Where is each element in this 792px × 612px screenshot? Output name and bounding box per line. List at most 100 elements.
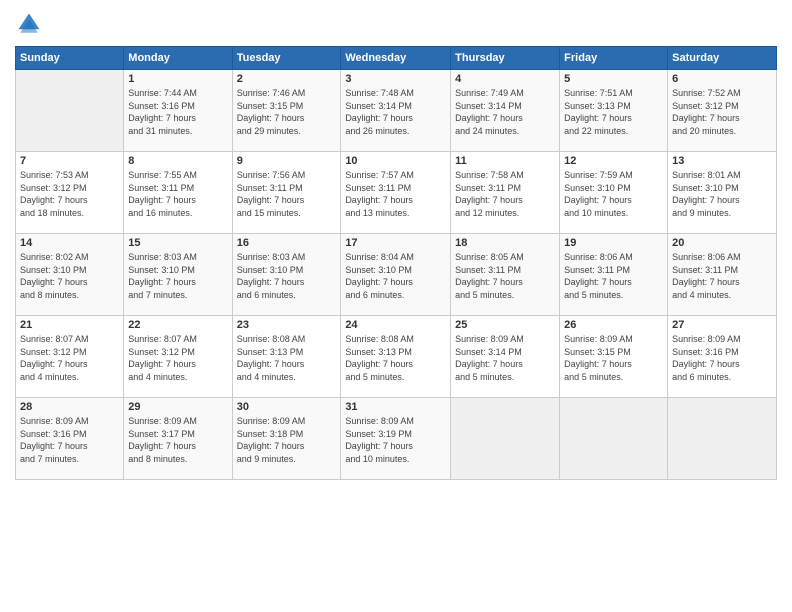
- day-info: Sunrise: 8:09 AM Sunset: 3:14 PM Dayligh…: [455, 333, 555, 383]
- day-cell: 21 Sunrise: 8:07 AM Sunset: 3:12 PM Dayli…: [16, 316, 124, 398]
- day-info: Sunrise: 8:07 AM Sunset: 3:12 PM Dayligh…: [128, 333, 227, 383]
- day-info: Sunrise: 8:08 AM Sunset: 3:13 PM Dayligh…: [345, 333, 446, 383]
- day-cell: 29 Sunrise: 8:09 AM Sunset: 3:17 PM Dayli…: [124, 398, 232, 480]
- day-cell: 26 Sunrise: 8:09 AM Sunset: 3:15 PM Dayli…: [560, 316, 668, 398]
- calendar-table: SundayMondayTuesdayWednesdayThursdayFrid…: [15, 46, 777, 480]
- day-info: Sunrise: 7:49 AM Sunset: 3:14 PM Dayligh…: [455, 87, 555, 137]
- day-cell: 22 Sunrise: 8:07 AM Sunset: 3:12 PM Dayli…: [124, 316, 232, 398]
- day-number: 27: [672, 319, 772, 331]
- day-number: 1: [128, 73, 227, 85]
- day-cell: 27 Sunrise: 8:09 AM Sunset: 3:16 PM Dayli…: [668, 316, 777, 398]
- day-number: 21: [20, 319, 119, 331]
- day-cell: 20Sunrise: 8:06 AM Sunset: 3:11 PM Dayli…: [668, 234, 777, 316]
- day-cell: 18Sunrise: 8:05 AM Sunset: 3:11 PM Dayli…: [451, 234, 560, 316]
- day-number: 7: [20, 155, 119, 167]
- logo: [15, 10, 47, 38]
- header-day-friday: Friday: [560, 47, 668, 70]
- day-number: 16: [237, 237, 337, 249]
- day-number: 20: [672, 237, 772, 249]
- day-number: 11: [455, 155, 555, 167]
- day-info: Sunrise: 8:07 AM Sunset: 3:12 PM Dayligh…: [20, 333, 119, 383]
- week-row-0: 1 Sunrise: 7:44 AM Sunset: 3:16 PM Daylig…: [16, 70, 777, 152]
- day-number: 12: [564, 155, 663, 167]
- day-number: 4: [455, 73, 555, 85]
- day-cell: 8 Sunrise: 7:55 AM Sunset: 3:11 PM Daylig…: [124, 152, 232, 234]
- week-row-3: 21 Sunrise: 8:07 AM Sunset: 3:12 PM Dayli…: [16, 316, 777, 398]
- day-cell: 13 Sunrise: 8:01 AM Sunset: 3:10 PM Dayli…: [668, 152, 777, 234]
- day-info: Sunrise: 7:59 AM Sunset: 3:10 PM Dayligh…: [564, 169, 663, 219]
- day-cell: 17Sunrise: 8:04 AM Sunset: 3:10 PM Dayli…: [341, 234, 451, 316]
- header-day-tuesday: Tuesday: [232, 47, 341, 70]
- day-number: 29: [128, 401, 227, 413]
- day-cell: [16, 70, 124, 152]
- day-info: Sunrise: 7:56 AM Sunset: 3:11 PM Dayligh…: [237, 169, 337, 219]
- day-number: 8: [128, 155, 227, 167]
- day-info: Sunrise: 8:09 AM Sunset: 3:19 PM Dayligh…: [345, 415, 446, 465]
- day-cell: 24 Sunrise: 8:08 AM Sunset: 3:13 PM Dayli…: [341, 316, 451, 398]
- day-info: Sunrise: 7:46 AM Sunset: 3:15 PM Dayligh…: [237, 87, 337, 137]
- day-number: 6: [672, 73, 772, 85]
- day-info: Sunrise: 8:09 AM Sunset: 3:18 PM Dayligh…: [237, 415, 337, 465]
- week-row-2: 14Sunrise: 8:02 AM Sunset: 3:10 PM Dayli…: [16, 234, 777, 316]
- day-number: 30: [237, 401, 337, 413]
- day-number: 19: [564, 237, 663, 249]
- day-number: 22: [128, 319, 227, 331]
- day-number: 28: [20, 401, 119, 413]
- day-info: Sunrise: 8:09 AM Sunset: 3:16 PM Dayligh…: [672, 333, 772, 383]
- day-cell: 2 Sunrise: 7:46 AM Sunset: 3:15 PM Daylig…: [232, 70, 341, 152]
- week-row-1: 7 Sunrise: 7:53 AM Sunset: 3:12 PM Daylig…: [16, 152, 777, 234]
- day-info: Sunrise: 8:03 AM Sunset: 3:10 PM Dayligh…: [128, 251, 227, 301]
- day-info: Sunrise: 8:06 AM Sunset: 3:11 PM Dayligh…: [564, 251, 663, 301]
- day-number: 31: [345, 401, 446, 413]
- logo-icon: [15, 10, 43, 38]
- day-number: 26: [564, 319, 663, 331]
- day-cell: [668, 398, 777, 480]
- day-info: Sunrise: 8:09 AM Sunset: 3:17 PM Dayligh…: [128, 415, 227, 465]
- day-info: Sunrise: 7:57 AM Sunset: 3:11 PM Dayligh…: [345, 169, 446, 219]
- day-cell: 3 Sunrise: 7:48 AM Sunset: 3:14 PM Daylig…: [341, 70, 451, 152]
- day-cell: 16Sunrise: 8:03 AM Sunset: 3:10 PM Dayli…: [232, 234, 341, 316]
- day-info: Sunrise: 8:02 AM Sunset: 3:10 PM Dayligh…: [20, 251, 119, 301]
- day-info: Sunrise: 7:52 AM Sunset: 3:12 PM Dayligh…: [672, 87, 772, 137]
- day-info: Sunrise: 8:04 AM Sunset: 3:10 PM Dayligh…: [345, 251, 446, 301]
- day-info: Sunrise: 7:58 AM Sunset: 3:11 PM Dayligh…: [455, 169, 555, 219]
- day-number: 24: [345, 319, 446, 331]
- day-cell: 12 Sunrise: 7:59 AM Sunset: 3:10 PM Dayli…: [560, 152, 668, 234]
- day-cell: 19 Sunrise: 8:06 AM Sunset: 3:11 PM Dayli…: [560, 234, 668, 316]
- day-info: Sunrise: 8:09 AM Sunset: 3:16 PM Dayligh…: [20, 415, 119, 465]
- day-cell: 7 Sunrise: 7:53 AM Sunset: 3:12 PM Daylig…: [16, 152, 124, 234]
- day-number: 2: [237, 73, 337, 85]
- day-number: 13: [672, 155, 772, 167]
- day-info: Sunrise: 7:44 AM Sunset: 3:16 PM Dayligh…: [128, 87, 227, 137]
- day-info: Sunrise: 8:01 AM Sunset: 3:10 PM Dayligh…: [672, 169, 772, 219]
- day-cell: 30 Sunrise: 8:09 AM Sunset: 3:18 PM Dayli…: [232, 398, 341, 480]
- day-cell: 6 Sunrise: 7:52 AM Sunset: 3:12 PM Daylig…: [668, 70, 777, 152]
- day-cell: 28 Sunrise: 8:09 AM Sunset: 3:16 PM Dayli…: [16, 398, 124, 480]
- header-day-wednesday: Wednesday: [341, 47, 451, 70]
- day-number: 25: [455, 319, 555, 331]
- page-header: [15, 10, 777, 38]
- day-cell: 15 Sunrise: 8:03 AM Sunset: 3:10 PM Dayli…: [124, 234, 232, 316]
- day-number: 18: [455, 237, 555, 249]
- day-info: Sunrise: 7:51 AM Sunset: 3:13 PM Dayligh…: [564, 87, 663, 137]
- header-day-thursday: Thursday: [451, 47, 560, 70]
- day-number: 15: [128, 237, 227, 249]
- day-info: Sunrise: 7:48 AM Sunset: 3:14 PM Dayligh…: [345, 87, 446, 137]
- day-info: Sunrise: 7:55 AM Sunset: 3:11 PM Dayligh…: [128, 169, 227, 219]
- week-row-4: 28 Sunrise: 8:09 AM Sunset: 3:16 PM Dayli…: [16, 398, 777, 480]
- day-cell: [560, 398, 668, 480]
- header-row: SundayMondayTuesdayWednesdayThursdayFrid…: [16, 47, 777, 70]
- day-cell: 31 Sunrise: 8:09 AM Sunset: 3:19 PM Dayli…: [341, 398, 451, 480]
- day-cell: 14Sunrise: 8:02 AM Sunset: 3:10 PM Dayli…: [16, 234, 124, 316]
- day-cell: 10Sunrise: 7:57 AM Sunset: 3:11 PM Dayli…: [341, 152, 451, 234]
- day-info: Sunrise: 8:09 AM Sunset: 3:15 PM Dayligh…: [564, 333, 663, 383]
- day-cell: 9 Sunrise: 7:56 AM Sunset: 3:11 PM Daylig…: [232, 152, 341, 234]
- day-cell: [451, 398, 560, 480]
- header-day-sunday: Sunday: [16, 47, 124, 70]
- day-number: 5: [564, 73, 663, 85]
- day-number: 23: [237, 319, 337, 331]
- day-number: 3: [345, 73, 446, 85]
- day-cell: 25 Sunrise: 8:09 AM Sunset: 3:14 PM Dayli…: [451, 316, 560, 398]
- day-info: Sunrise: 7:53 AM Sunset: 3:12 PM Dayligh…: [20, 169, 119, 219]
- day-number: 9: [237, 155, 337, 167]
